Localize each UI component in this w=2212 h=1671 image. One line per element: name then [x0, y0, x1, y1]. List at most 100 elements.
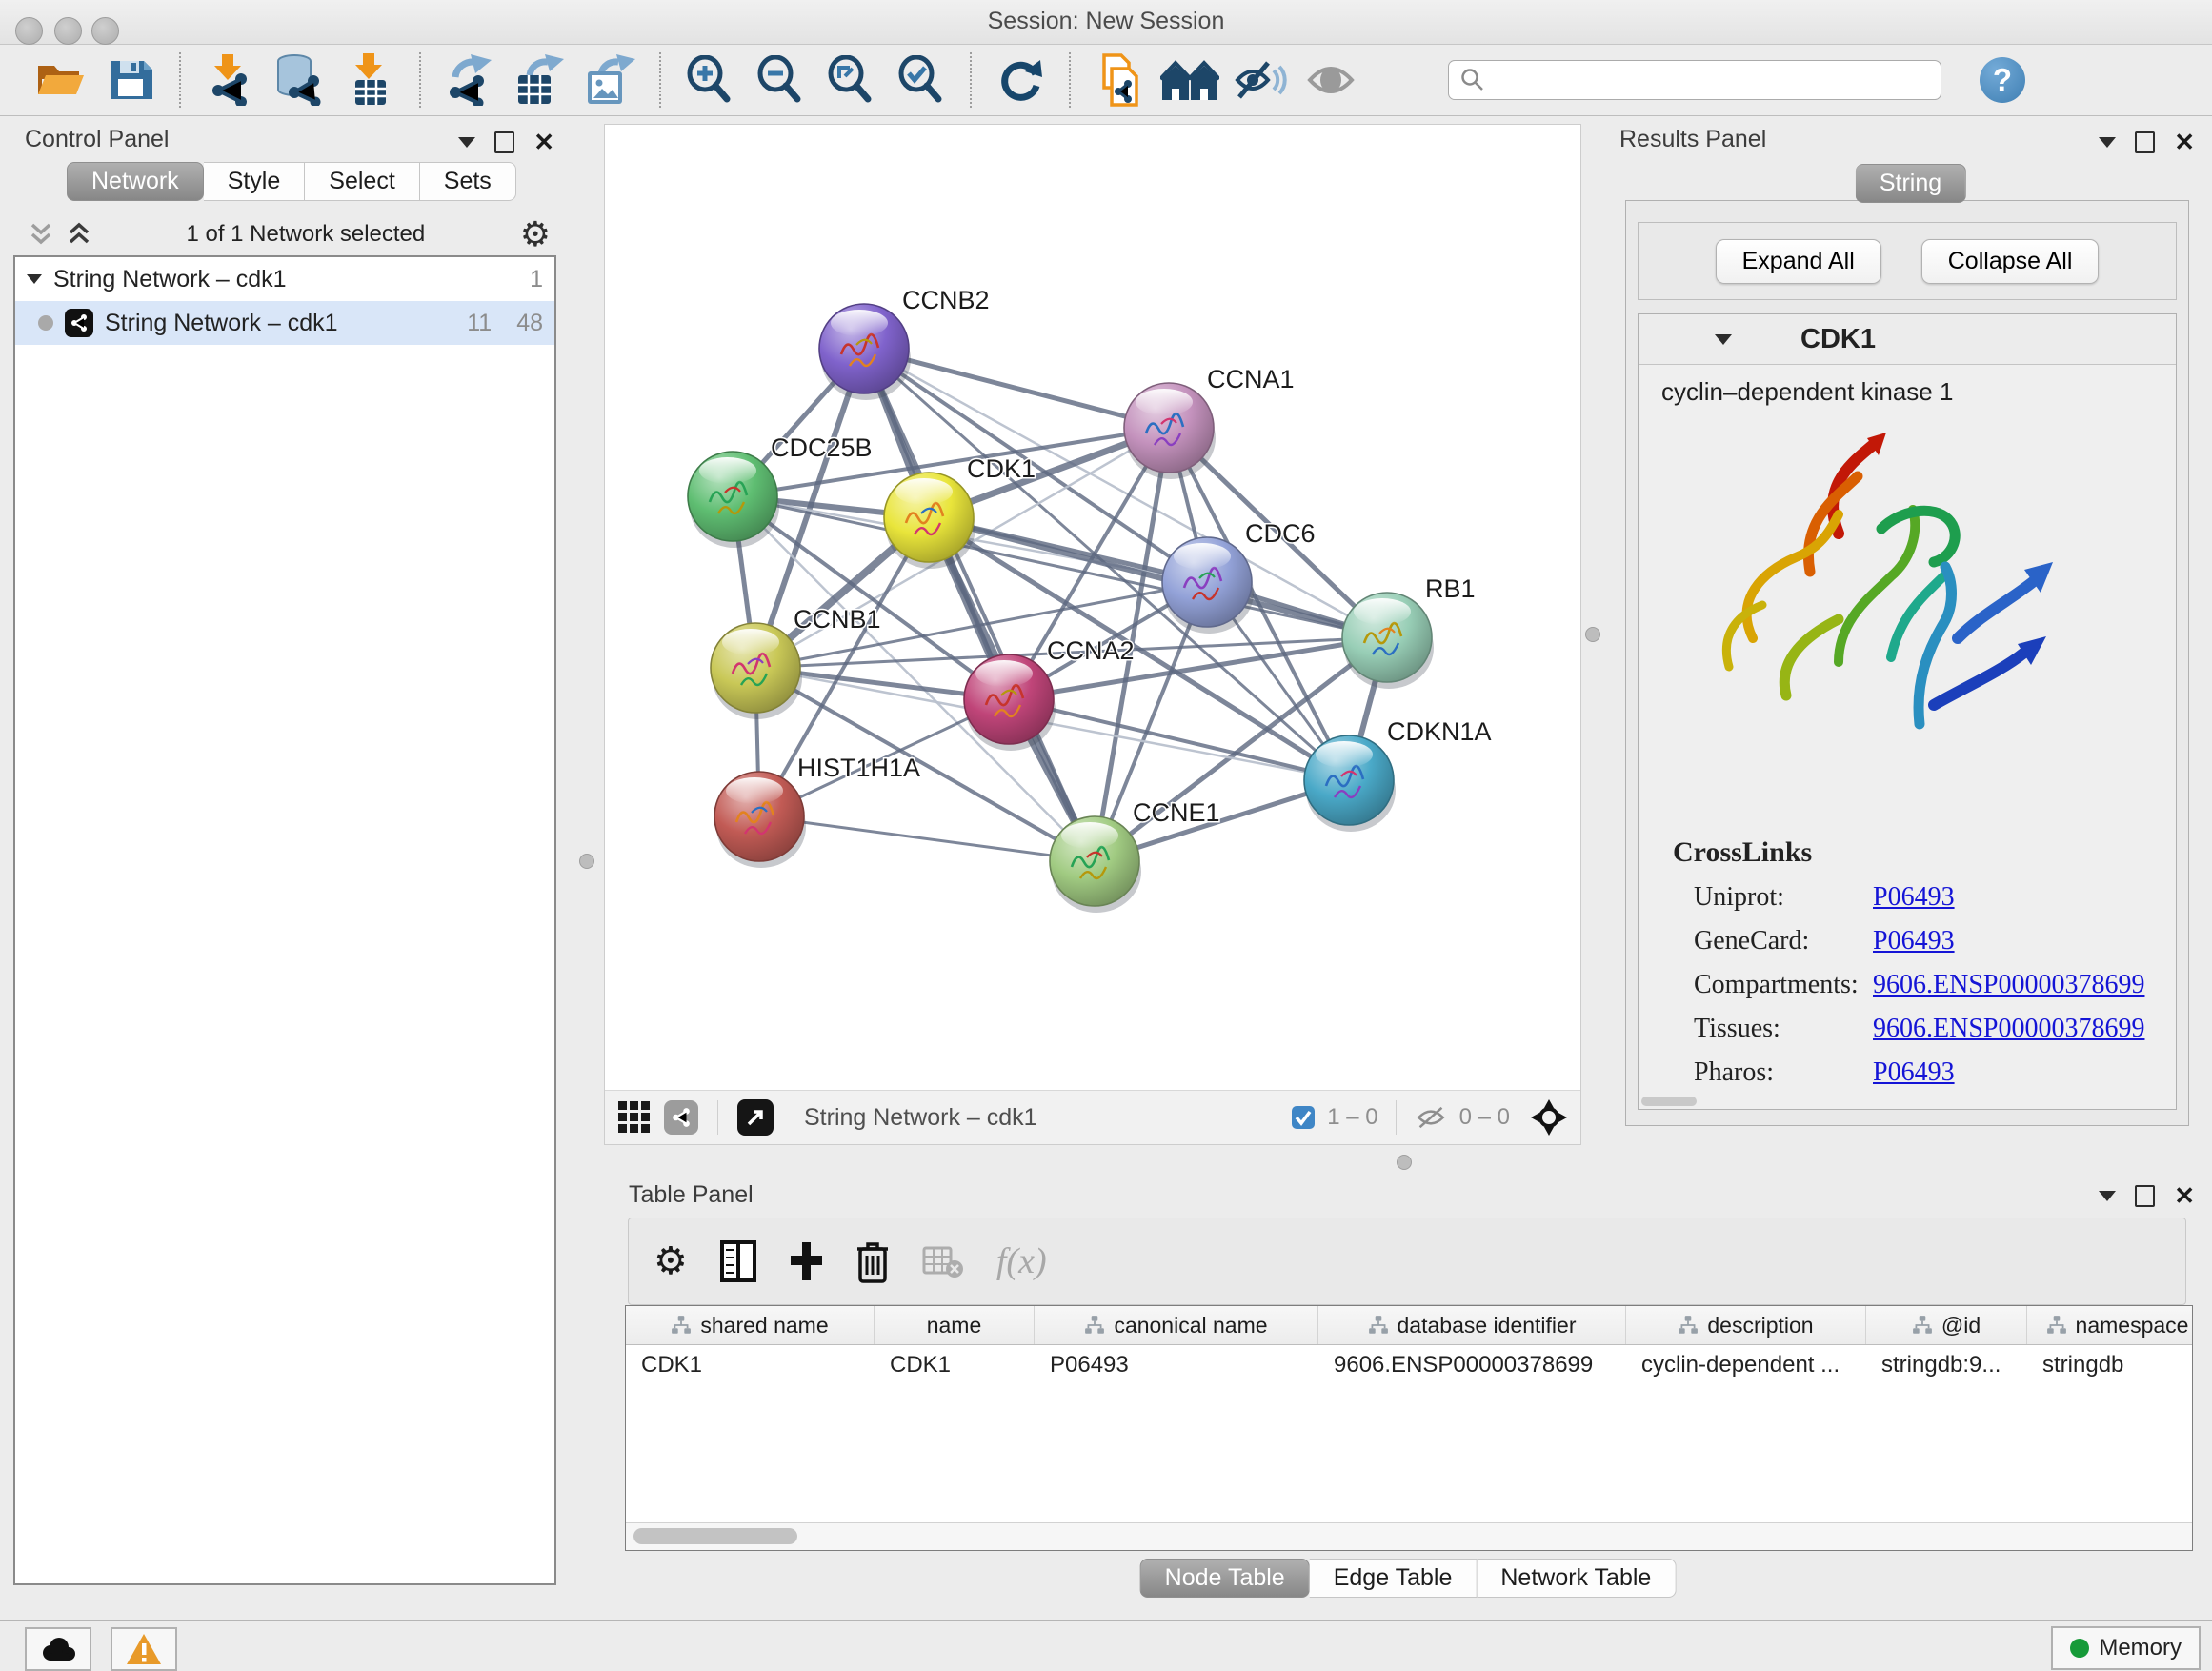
save-session-button[interactable]: [100, 51, 161, 109]
add-column-icon[interactable]: [789, 1240, 823, 1282]
right-splitter-handle[interactable]: [1585, 627, 1600, 642]
panel-collapse-icon[interactable]: [2099, 1191, 2116, 1201]
network-svg[interactable]: CCNB2CCNA1CDC25BCDK1CDC6RB1CCNB1CCNA2CDK…: [605, 125, 1580, 1091]
column-header[interactable]: shared name: [626, 1306, 875, 1344]
scrollbar-thumb[interactable]: [633, 1528, 797, 1544]
show-all-button[interactable]: [1300, 51, 1361, 109]
tab-select[interactable]: Select: [305, 162, 419, 201]
delete-column-trash-icon[interactable]: [855, 1239, 890, 1283]
crosslink-label: GeneCard:: [1694, 926, 1873, 956]
panel-close-icon[interactable]: ✕: [2174, 1183, 2195, 1208]
collapse-all-button[interactable]: Collapse All: [1921, 239, 2100, 284]
left-splitter-handle[interactable]: [579, 854, 594, 869]
tab-style[interactable]: Style: [204, 162, 306, 201]
import-table-file-button[interactable]: [340, 51, 401, 109]
horizontal-splitter-handle[interactable]: [1397, 1155, 1412, 1170]
table-settings-gear-icon[interactable]: ⚙: [654, 1239, 688, 1283]
crosslink-row: Tissues:9606.ENSP00000378699: [1694, 1014, 2144, 1057]
search-input[interactable]: [1495, 66, 1929, 94]
selected-checkbox-icon[interactable]: [1291, 1105, 1316, 1130]
tab-network-table[interactable]: Network Table: [1477, 1559, 1676, 1598]
panel-close-icon[interactable]: ✕: [2174, 130, 2195, 154]
network-node-CCNA2[interactable]: [964, 654, 1056, 751]
toolbar-search[interactable]: [1448, 60, 1941, 100]
network-node-CCNA1[interactable]: [1124, 383, 1216, 479]
tab-sets[interactable]: Sets: [420, 162, 516, 201]
eye-slash-icon: [1234, 57, 1287, 103]
panel-float-icon[interactable]: [2135, 1185, 2155, 1207]
column-header[interactable]: database identifier: [1318, 1306, 1626, 1344]
panel-float-icon[interactable]: [494, 131, 514, 153]
selected-count: 1 – 0: [1327, 1104, 1377, 1131]
column-header[interactable]: description: [1626, 1306, 1866, 1344]
zoom-out-button[interactable]: [750, 51, 811, 109]
network-node-HIST1H1A[interactable]: [714, 772, 806, 868]
network-collection-row[interactable]: String Network – cdk1 1: [15, 257, 554, 301]
tab-network[interactable]: Network: [67, 162, 204, 201]
cloud-status-button[interactable]: [25, 1627, 91, 1671]
tab-node-table[interactable]: Node Table: [1140, 1559, 1310, 1598]
column-header[interactable]: namespace: [2027, 1306, 2193, 1344]
table-row[interactable]: CDK1CDK1P064939606.ENSP00000378699cyclin…: [626, 1345, 2192, 1385]
columns-icon[interactable]: [720, 1240, 756, 1282]
panel-collapse-icon[interactable]: [2099, 137, 2116, 148]
tab-edge-table[interactable]: Edge Table: [1310, 1559, 1478, 1598]
panel-close-icon[interactable]: ✕: [533, 130, 554, 154]
panel-float-icon[interactable]: [2135, 131, 2155, 153]
node-label-CCNB1: CCNB1: [794, 605, 881, 634]
expand-all-tree-icon[interactable]: [29, 221, 53, 248]
network-view[interactable]: CCNB2CCNA1CDC25BCDK1CDC6RB1CCNB1CCNA2CDK…: [604, 124, 1581, 1145]
column-header[interactable]: name: [875, 1306, 1035, 1344]
import-network-file-button[interactable]: [199, 51, 260, 109]
network-node-CCNB1[interactable]: [711, 623, 802, 719]
open-session-button[interactable]: [30, 51, 90, 109]
fit-content-button[interactable]: [820, 51, 881, 109]
birdseye-grid-icon[interactable]: [618, 1101, 651, 1134]
hide-selected-button[interactable]: [1230, 51, 1291, 109]
export-image-button[interactable]: [580, 51, 641, 109]
apply-layout-button[interactable]: [990, 51, 1051, 109]
column-header[interactable]: @id: [1866, 1306, 2027, 1344]
network-node-CDK1[interactable]: [884, 473, 975, 569]
network-node-CCNB2[interactable]: [819, 304, 911, 400]
crosslink-link[interactable]: P06493: [1873, 882, 1955, 913]
first-neighbors-button[interactable]: [1159, 51, 1220, 109]
panel-collapse-icon[interactable]: [458, 137, 475, 148]
network-node-CDKN1A[interactable]: [1304, 735, 1396, 832]
tab-string[interactable]: String: [1856, 164, 1966, 203]
crosslink-link[interactable]: P06493: [1873, 1057, 1955, 1088]
export-table-button[interactable]: [510, 51, 571, 109]
crosslink-link[interactable]: 9606.ENSP00000378699: [1873, 970, 2144, 1000]
table-horizontal-scrollbar[interactable]: [626, 1522, 2192, 1550]
node-section-header[interactable]: CDK1: [1639, 314, 2176, 365]
node-description: cyclin–dependent kinase 1: [1661, 377, 1953, 407]
fit-selected-target-icon[interactable]: [1531, 1099, 1567, 1136]
export-network-button[interactable]: [439, 51, 500, 109]
network-node-CDC25B[interactable]: [688, 452, 779, 548]
crosslink-link[interactable]: 9606.ENSP00000378699: [1873, 1014, 2144, 1044]
import-network-database-button[interactable]: [270, 51, 331, 109]
expand-all-button[interactable]: Expand All: [1716, 239, 1881, 284]
open-in-new-window-button[interactable]: [737, 1099, 774, 1136]
gear-icon[interactable]: ⚙: [520, 214, 551, 254]
zoom-in-button[interactable]: [679, 51, 740, 109]
new-network-from-selection-button[interactable]: [1089, 51, 1150, 109]
memory-button[interactable]: Memory: [2051, 1626, 2201, 1670]
section-scrollbar-thumb[interactable]: [1641, 1097, 1697, 1106]
help-button[interactable]: ?: [1980, 57, 2025, 103]
network-row[interactable]: String Network – cdk1 11 48: [15, 301, 554, 345]
tree-expander-icon[interactable]: [27, 274, 42, 284]
network-node-CDC6[interactable]: [1162, 537, 1254, 634]
node-label-CDC6: CDC6: [1245, 519, 1316, 548]
control-panel: Control Panel ✕ Network Style Select Set…: [0, 116, 572, 1620]
warnings-button[interactable]: [111, 1627, 177, 1671]
node-count: 11: [467, 310, 492, 337]
collapse-all-tree-icon[interactable]: [67, 221, 91, 248]
network-share-icon[interactable]: [664, 1100, 698, 1135]
zoom-selected-button[interactable]: [891, 51, 952, 109]
crosslink-link[interactable]: P06493: [1873, 926, 1955, 956]
column-header[interactable]: canonical name: [1035, 1306, 1318, 1344]
network-node-RB1[interactable]: [1342, 593, 1434, 689]
section-expander-icon[interactable]: [1715, 334, 1732, 345]
network-node-CCNE1[interactable]: [1050, 816, 1141, 913]
